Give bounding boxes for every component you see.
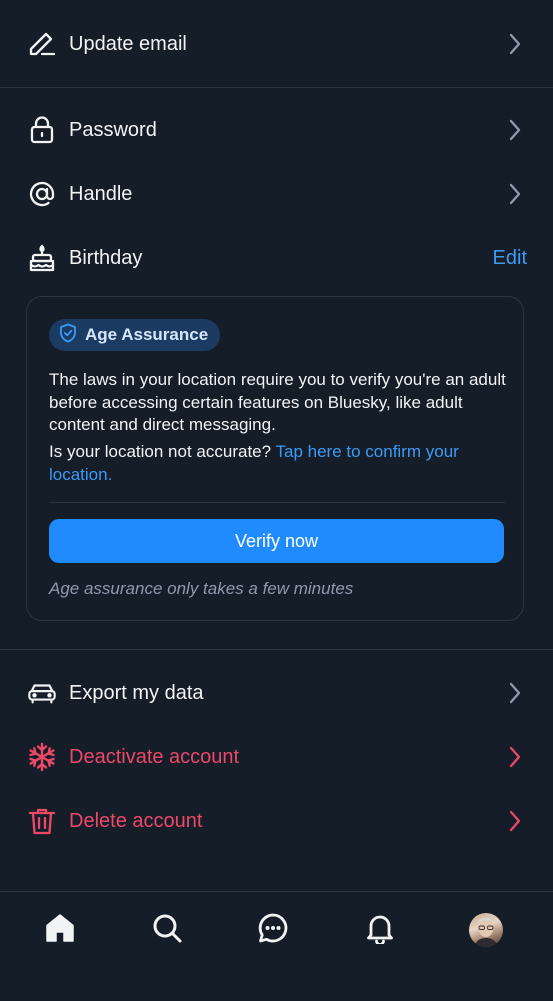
deactivate-account-row[interactable]: Deactivate account: [0, 725, 553, 789]
search-icon: [151, 912, 183, 949]
tab-chat[interactable]: [253, 910, 293, 950]
delete-account-label: Delete account: [69, 809, 203, 832]
tab-home[interactable]: [40, 910, 80, 950]
update-email-row[interactable]: Update email: [0, 12, 553, 76]
export-data-label: Export my data: [69, 681, 204, 704]
birthday-edit-link[interactable]: Edit: [493, 247, 527, 270]
age-assurance-note: Age assurance only takes a few minutes: [49, 579, 354, 598]
update-email-label: Update email: [69, 32, 187, 55]
chevron-right-icon: [507, 181, 523, 207]
handle-row[interactable]: Handle: [0, 162, 553, 226]
cake-icon: [27, 243, 57, 273]
deactivate-account-label: Deactivate account: [69, 745, 240, 768]
chevron-right-icon: [507, 744, 523, 770]
tab-profile[interactable]: [466, 910, 506, 950]
snowflake-icon: [27, 742, 57, 772]
chevron-right-icon: [507, 808, 523, 834]
password-label: Password: [69, 118, 157, 141]
lock-icon: [27, 115, 57, 145]
shield-icon: [59, 323, 77, 348]
chevron-right-icon: [507, 680, 523, 706]
tab-search[interactable]: [147, 910, 187, 950]
age-assurance-badge: Age Assurance: [49, 319, 221, 351]
verify-now-button[interactable]: Verify now: [49, 519, 504, 563]
chevron-right-icon: [507, 31, 523, 57]
birthday-label: Birthday: [69, 246, 143, 269]
pencil-icon: [27, 29, 57, 59]
location-prompt: Is your location not accurate? Tap here …: [49, 441, 489, 486]
bottom-tab-bar: [0, 891, 553, 1001]
export-data-row[interactable]: Export my data: [0, 661, 553, 725]
home-icon: [44, 912, 76, 949]
section-divider: [0, 649, 553, 650]
bell-icon: [364, 912, 396, 949]
delete-account-row[interactable]: Delete account: [0, 789, 553, 853]
tab-notifications[interactable]: [360, 910, 400, 950]
card-divider: [49, 502, 505, 503]
password-row[interactable]: Password: [0, 98, 553, 162]
chat-icon: [257, 912, 289, 949]
age-assurance-badge-label: Age Assurance: [85, 325, 209, 344]
car-icon: [27, 678, 57, 708]
location-question: Is your location not accurate?: [49, 442, 272, 461]
birthday-row: Birthday Edit: [0, 226, 553, 290]
chevron-right-icon: [507, 117, 523, 143]
handle-label: Handle: [69, 182, 133, 205]
age-assurance-card: Age Assurance The laws in your location …: [26, 296, 524, 621]
section-divider: [0, 87, 553, 88]
avatar: [469, 913, 503, 947]
trash-icon: [27, 806, 57, 836]
age-assurance-description: The laws in your location require you to…: [49, 370, 506, 434]
at-sign-icon: [27, 179, 57, 209]
